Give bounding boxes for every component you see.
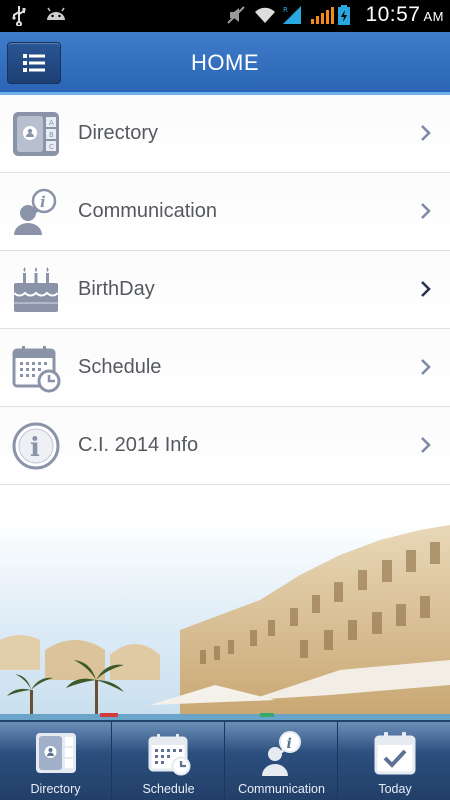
tab-label: Communication — [238, 782, 325, 796]
signal-icon: R — [281, 4, 303, 26]
mute-icon — [225, 4, 247, 26]
tab-today[interactable]: Today — [339, 722, 450, 800]
communication-icon: i — [262, 731, 301, 776]
chevron-right-icon — [421, 281, 431, 297]
menu-item-schedule[interactable]: Schedule — [0, 329, 450, 407]
menu-item-label: Schedule — [78, 356, 162, 378]
chevron-right-icon — [421, 203, 431, 219]
signal-icon — [309, 4, 335, 26]
menu-item-label: Directory — [78, 122, 159, 144]
menu-item-label: C.I. 2014 Info — [78, 434, 199, 456]
menu-item-label: Communication — [78, 200, 217, 222]
svg-text:B: B — [49, 131, 54, 139]
page-title: HOME — [191, 50, 259, 75]
wifi-icon — [253, 4, 276, 26]
tab-communication[interactable]: i Communication — [226, 722, 338, 800]
directory-icon — [36, 733, 76, 773]
clock: 10:57 AM — [365, 3, 444, 26]
android-icon — [44, 4, 66, 26]
tab-directory[interactable]: Directory — [0, 722, 112, 800]
svg-text:C: C — [49, 143, 54, 151]
menu-item-birthday[interactable]: BirthDay — [0, 251, 450, 329]
status-bar: R 10:57 AM — [0, 0, 450, 32]
usb-icon — [8, 4, 30, 27]
today-check-icon — [374, 732, 416, 775]
menu-item-directory[interactable]: A B C Directory — [0, 95, 450, 173]
info-icon: i — [12, 422, 60, 470]
svg-text:A: A — [49, 119, 54, 127]
hotel-background-image — [0, 520, 450, 720]
schedule-icon — [148, 734, 191, 776]
chevron-right-icon — [421, 359, 431, 375]
menu-item-ci-2014-info[interactable]: i C.I. 2014 Info — [0, 407, 450, 485]
birthday-cake-icon — [13, 267, 59, 312]
chevron-right-icon — [421, 125, 431, 141]
bottom-tab-bar: Directory Schedule i Communication Today — [0, 720, 450, 800]
tab-label: Directory — [30, 782, 81, 796]
svg-text:R: R — [283, 6, 288, 14]
svg-text:i: i — [287, 736, 292, 752]
svg-text:i: i — [40, 193, 46, 211]
home-menu-list: A B C Directory i Communication BirthDay — [0, 95, 450, 485]
chevron-right-icon — [421, 437, 431, 453]
app-header: HOME — [0, 32, 450, 95]
battery-icon — [337, 4, 359, 26]
tab-label: Schedule — [142, 782, 195, 796]
schedule-icon — [12, 346, 61, 393]
menu-item-communication[interactable]: i Communication — [0, 173, 450, 251]
menu-item-label: BirthDay — [78, 278, 155, 300]
communication-icon: i — [14, 188, 57, 235]
svg-text:i: i — [30, 433, 40, 463]
tab-label: Today — [378, 782, 412, 796]
tab-schedule[interactable]: Schedule — [113, 722, 225, 800]
directory-icon: A B C — [13, 112, 59, 156]
